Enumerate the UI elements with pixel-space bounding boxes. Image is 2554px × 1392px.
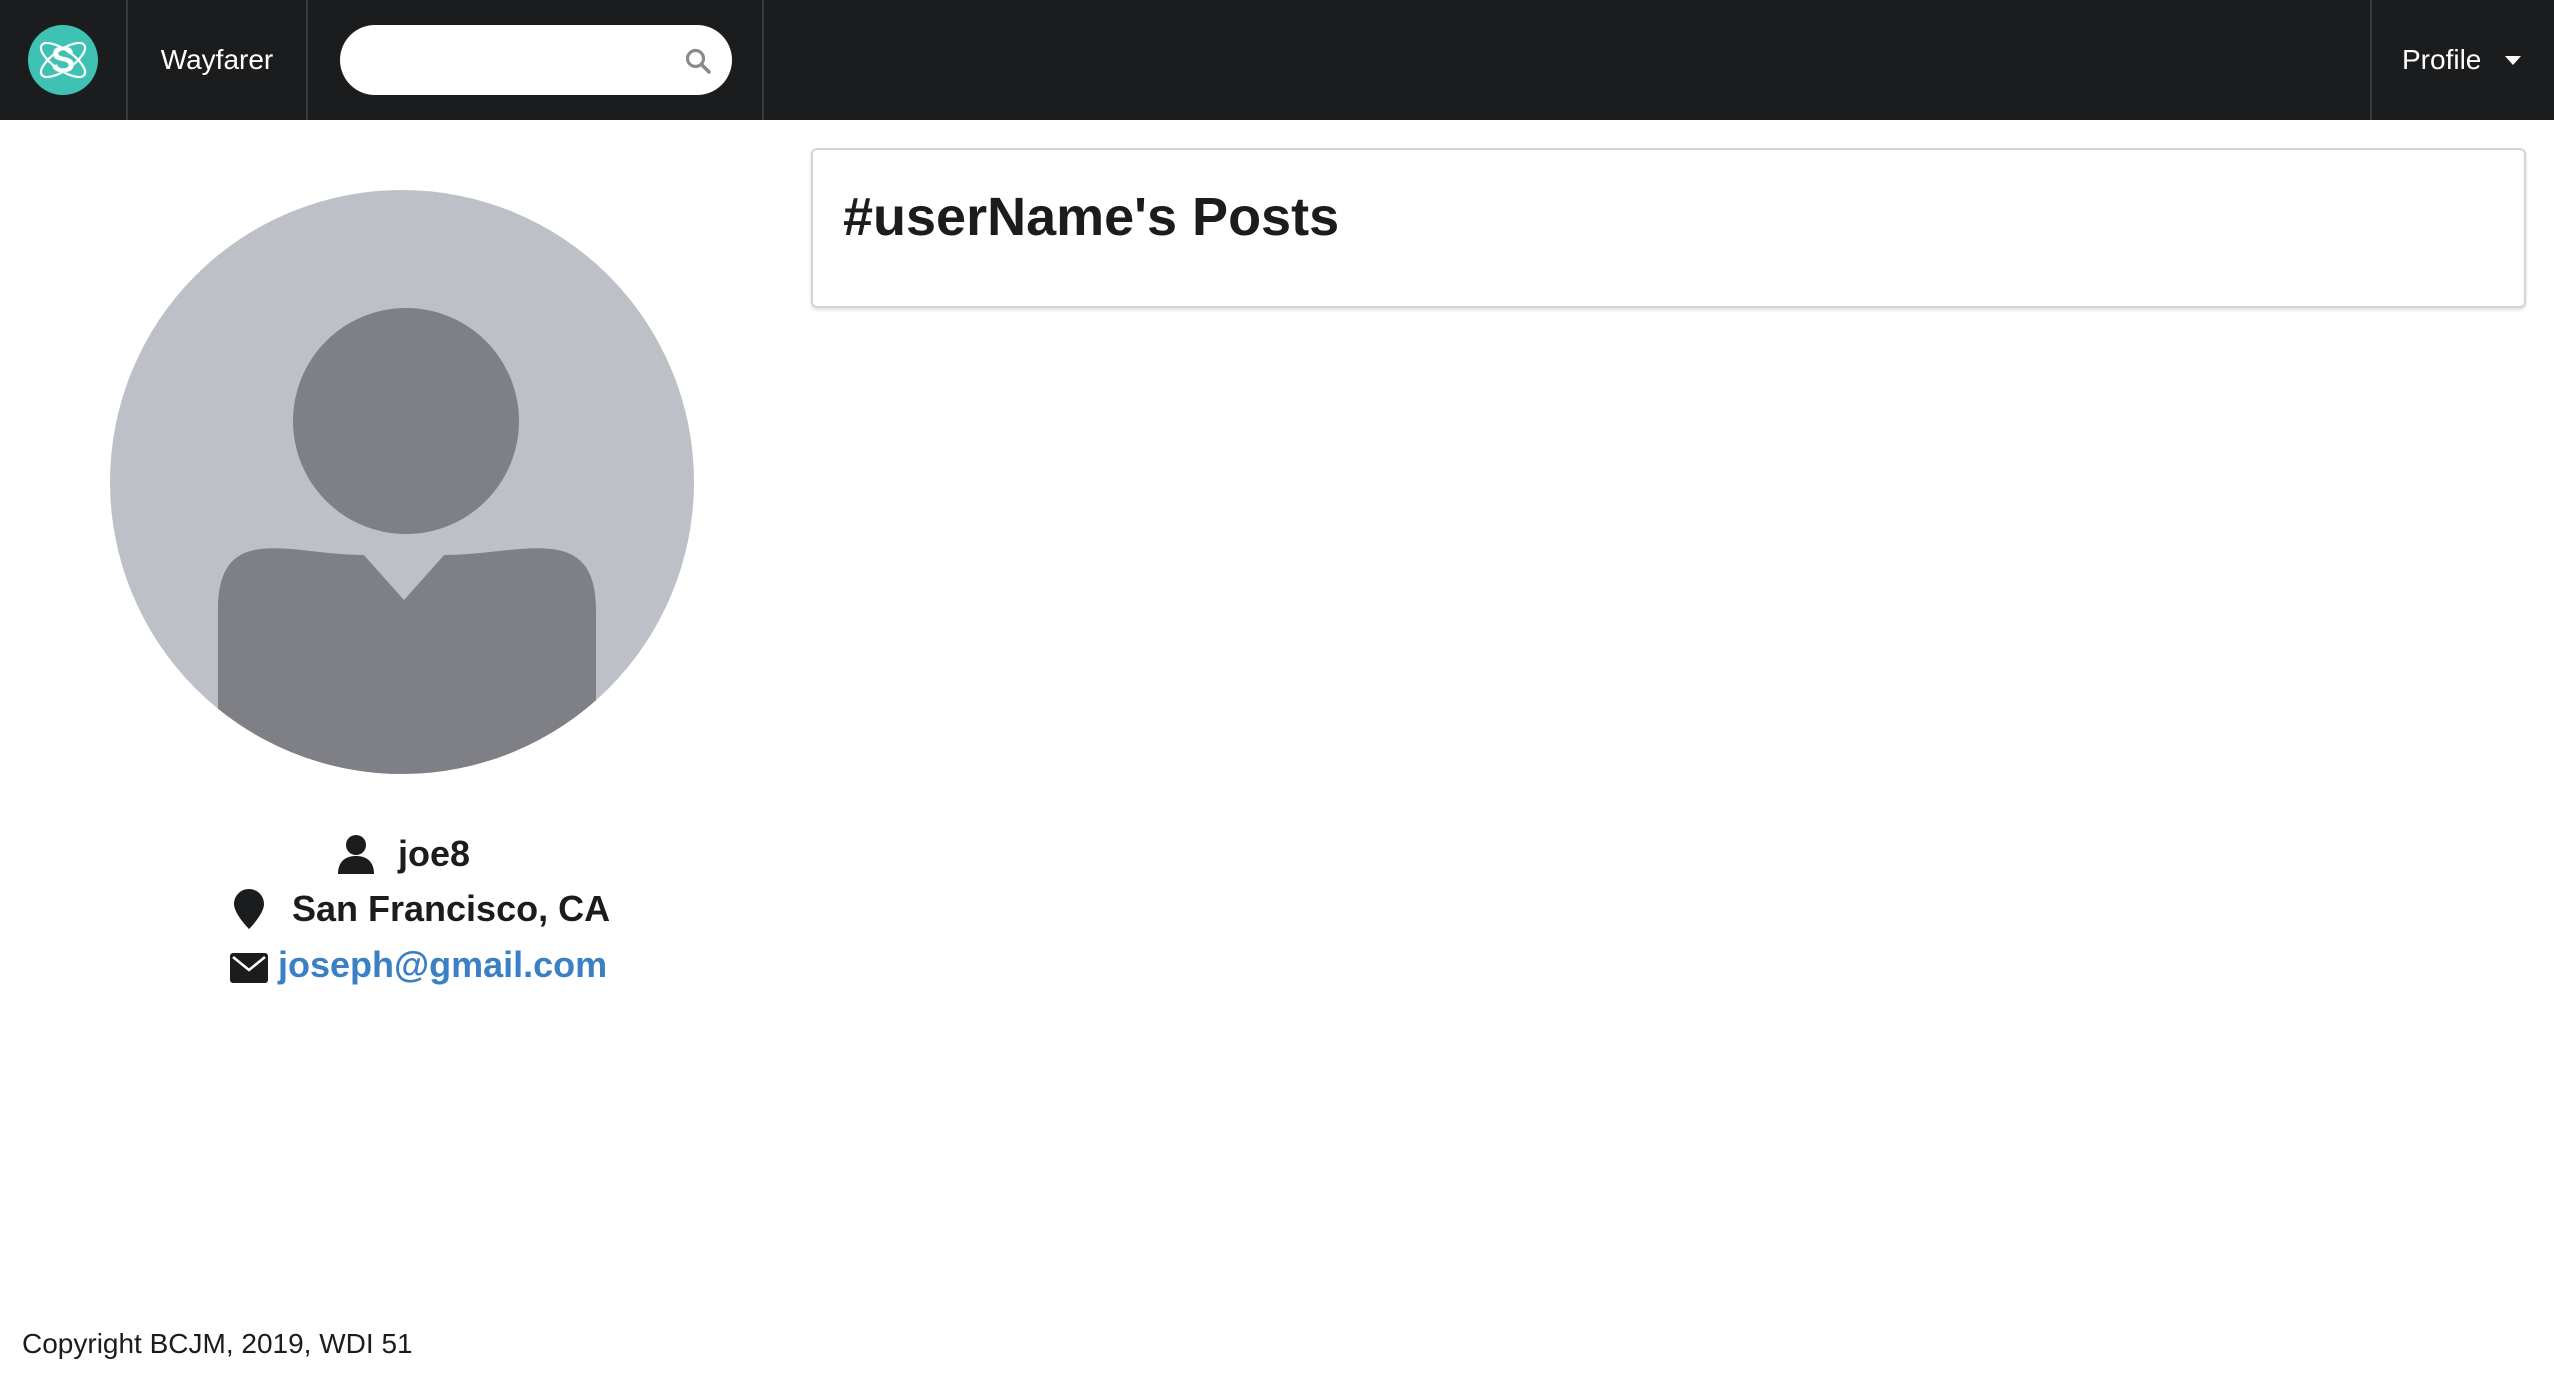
brand-link[interactable]: Wayfarer <box>128 0 306 120</box>
posts-title: #userName's Posts <box>843 187 1340 247</box>
footer-copyright: Copyright BCJM, 2019, WDI 51 <box>22 1328 413 1359</box>
brand-label: Wayfarer <box>160 44 274 75</box>
username-text: joe8 <box>398 833 471 874</box>
svg-text:S: S <box>51 39 75 80</box>
envelope-icon <box>230 950 268 983</box>
map-marker-icon <box>234 889 264 929</box>
logo-link[interactable]: S <box>0 0 126 120</box>
email-link[interactable]: joseph@gmail.com <box>278 944 607 986</box>
user-icon <box>336 834 376 874</box>
profile-dropdown[interactable]: Profile <box>2372 0 2554 120</box>
email-row: joseph@gmail.com <box>230 943 607 987</box>
posts-panel: #userName's Posts <box>811 148 2526 308</box>
avatar <box>110 190 694 774</box>
search-box[interactable] <box>340 25 732 95</box>
location-text: San Francisco, CA <box>292 888 611 929</box>
top-navbar: S Wayfarer Profile <box>0 0 2554 120</box>
search-input[interactable] <box>364 25 664 95</box>
profile-label: Profile <box>2402 44 2482 75</box>
caret-down-icon <box>2505 55 2522 65</box>
search-container <box>308 0 762 120</box>
location-row: San Francisco, CA <box>234 887 610 931</box>
semantic-logo-icon: S <box>28 25 98 95</box>
nav-divider <box>762 0 764 120</box>
username-row: joe8 <box>336 832 470 876</box>
search-icon[interactable] <box>684 47 712 75</box>
